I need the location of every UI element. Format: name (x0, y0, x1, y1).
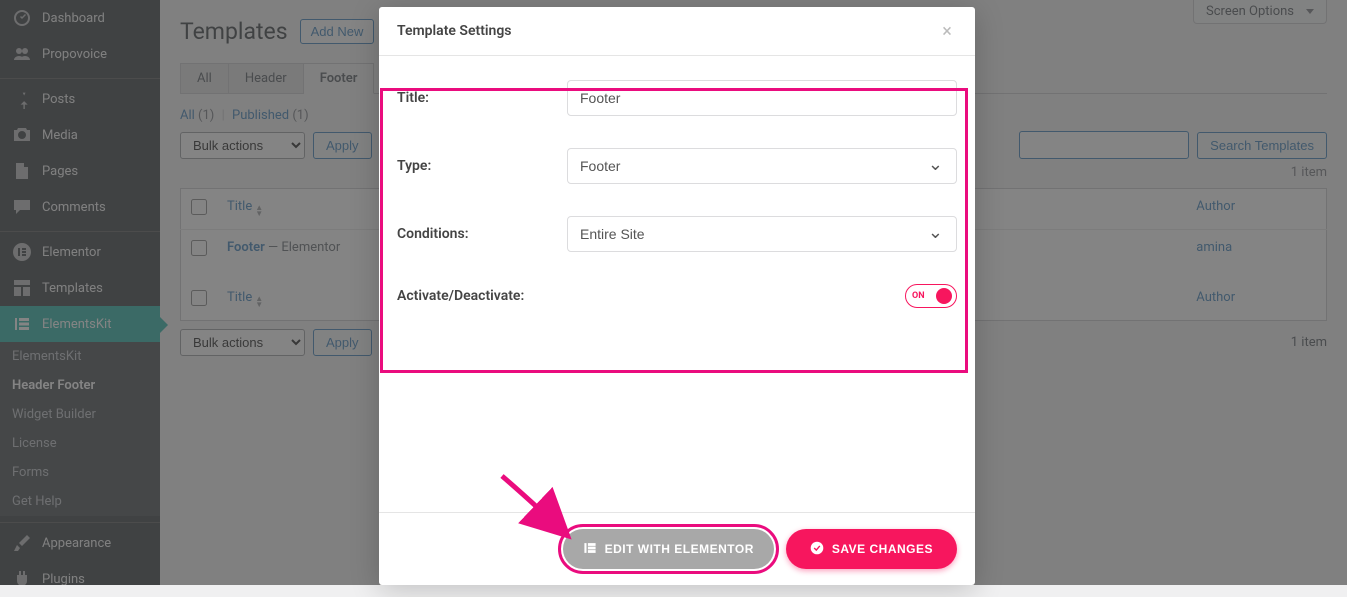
label-conditions: Conditions: (397, 226, 567, 242)
modal-title: Template Settings (397, 23, 512, 39)
elementskit-icon (583, 541, 597, 558)
check-icon (810, 541, 824, 558)
type-select[interactable]: Footer (567, 148, 957, 184)
modal-close-button[interactable]: × (937, 21, 957, 41)
label-activate: Activate/Deactivate: (397, 288, 567, 304)
save-changes-button[interactable]: SAVE CHANGES (786, 529, 957, 569)
title-input[interactable] (567, 80, 957, 116)
edit-with-elementor-button[interactable]: EDIT WITH ELEMENTOR (563, 529, 774, 569)
edit-button-label: EDIT WITH ELEMENTOR (605, 542, 754, 556)
label-title: Title: (397, 90, 567, 106)
toggle-state-label: ON (912, 291, 925, 301)
label-type: Type: (397, 158, 567, 174)
close-icon: × (942, 21, 952, 42)
save-button-label: SAVE CHANGES (832, 542, 933, 556)
template-settings-modal: Template Settings × Title: Type: Footer … (379, 7, 975, 585)
activate-toggle[interactable]: ON (905, 284, 957, 308)
conditions-select[interactable]: Entire Site (567, 216, 957, 252)
toggle-thumb (936, 288, 952, 304)
